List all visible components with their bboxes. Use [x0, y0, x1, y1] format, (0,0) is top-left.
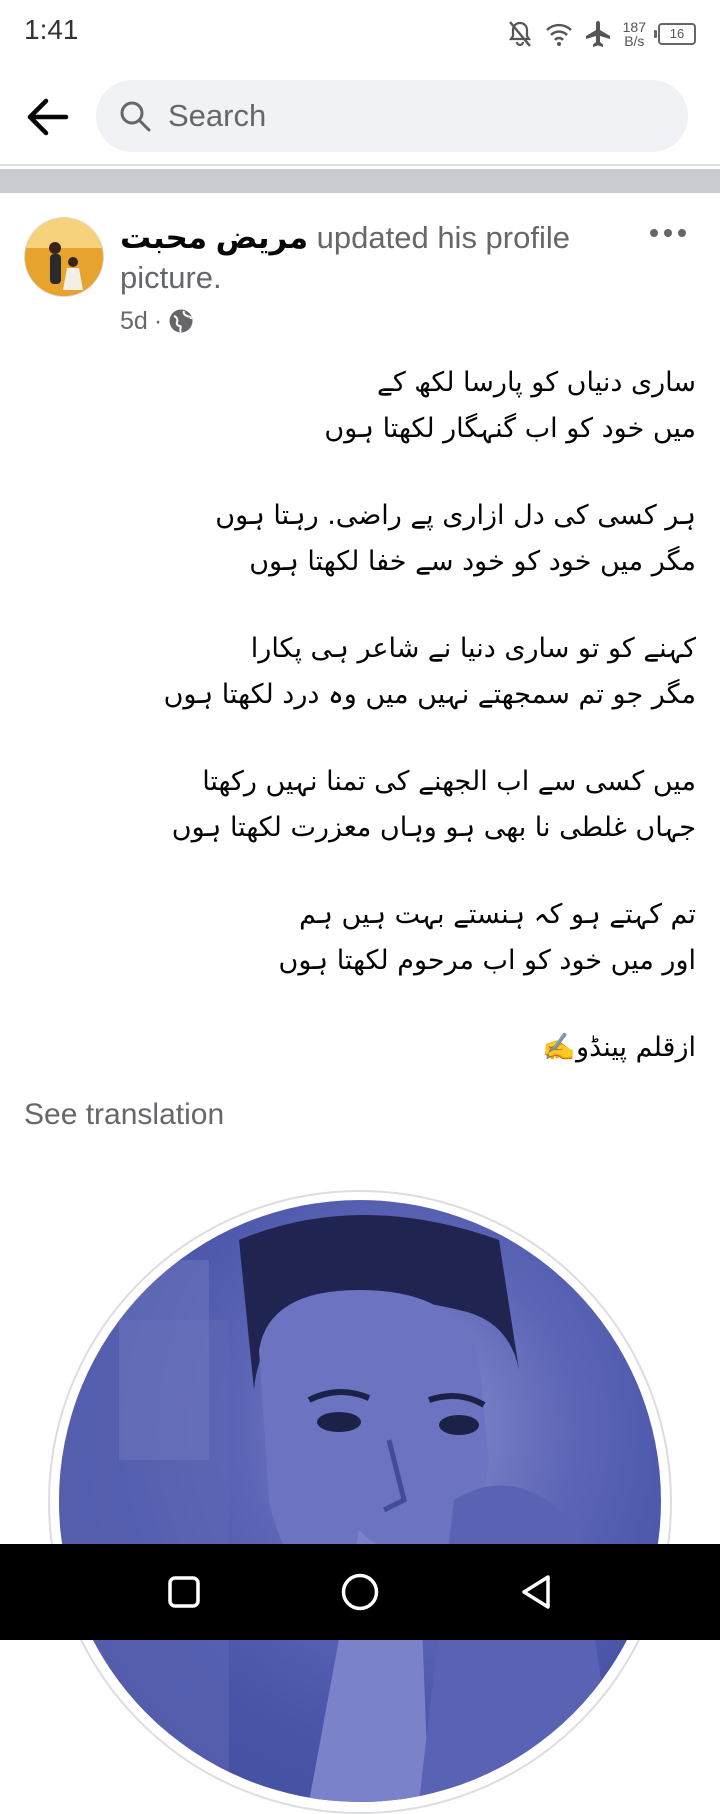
author-avatar[interactable] — [24, 217, 104, 297]
poem-stanza: میں کسی سے اب الجھنے کی تمنا نہیں رکھتا … — [24, 759, 696, 851]
poem-stanza: ہر کسی کی دل ازاری پے راضی. رہتا ہوں مگر… — [24, 493, 696, 585]
square-icon — [168, 1576, 200, 1608]
poem-line: میں خود کو اب گنہگار لکھتا ہوں — [324, 413, 696, 444]
airplane-icon — [585, 20, 611, 48]
network-speed: 187 B/s — [623, 20, 646, 48]
profile-picture[interactable] — [59, 1200, 661, 1802]
poem-line: ہر کسی کی دل ازاری پے راضی. رہتا ہوں — [215, 500, 696, 531]
post-text: ساری دنیاں کو پارسا لکھ کے میں خود کو اب… — [24, 360, 696, 1071]
back-nav-button[interactable] — [506, 1562, 566, 1622]
post-time[interactable]: 5d — [120, 307, 148, 336]
search-icon — [120, 101, 151, 132]
status-bar: 1:41 187 B/s 16 — [0, 0, 720, 68]
back-button[interactable] — [20, 92, 76, 142]
meta-separator: · — [153, 306, 163, 335]
net-speed-value: 187 — [622, 19, 646, 35]
back-arrow-icon — [27, 98, 69, 136]
battery-level: 16 — [669, 26, 685, 41]
search-bar[interactable] — [96, 80, 688, 152]
wifi-icon — [545, 21, 573, 47]
poem-stanza: ساری دنیاں کو پارسا لکھ کے میں خود کو اب… — [24, 360, 696, 452]
avatar-image — [25, 218, 103, 296]
poem-line: ساری دنیاں کو پارسا لکھ کے — [377, 367, 696, 398]
search-input[interactable] — [166, 97, 650, 135]
top-bar — [0, 68, 720, 164]
poem-signature: ازقلم پینڈو✍️ — [542, 1032, 696, 1063]
dot-icon — [678, 229, 686, 237]
system-nav-bar — [0, 1544, 720, 1640]
profile-picture-image — [59, 1215, 619, 1802]
battery-icon: 16 — [654, 23, 696, 45]
author-name[interactable]: مریض محبت — [120, 220, 308, 255]
section-separator — [0, 169, 720, 193]
poem-line: میں کسی سے اب الجھنے کی تمنا نہیں رکھتا — [202, 766, 696, 797]
poem-stanza: کہنے کو تو ساری دنیا نے شاعر ہی پکارا مگ… — [24, 626, 696, 718]
poem-line: اور میں خود کو اب مرحوم لکھتا ہوں — [278, 945, 696, 976]
poem-line: جہاں غلطی نا بھی ہو وہاں معزرت لکھتا ہوں — [171, 812, 696, 843]
dot-icon — [664, 229, 672, 237]
circle-icon — [341, 1573, 379, 1611]
triangle-back-icon — [522, 1575, 550, 1609]
net-speed-unit: B/s — [624, 33, 645, 49]
poem-line: مگر جو تم سمجھتے نہیں میں وہ درد لکھتا ہ… — [163, 679, 696, 710]
more-options-button[interactable] — [642, 218, 694, 248]
poem-stanza: تم کہتے ہو کہ ہنستے بہت ہیں ہم اور میں خ… — [24, 892, 696, 984]
header-divider — [0, 164, 720, 166]
dot-icon — [650, 229, 658, 237]
post-title: مریض محبت updated his profile picture. — [120, 218, 630, 298]
recents-button[interactable] — [154, 1562, 214, 1622]
poem-line: کہنے کو تو ساری دنیا نے شاعر ہی پکارا — [250, 633, 696, 664]
post-meta: 5d · — [120, 304, 194, 338]
home-button[interactable] — [330, 1562, 390, 1622]
mute-icon — [507, 20, 533, 48]
poem-line: مگر میں خود کو خود سے خفا لکھتا ہوں — [249, 546, 696, 577]
globe-icon — [169, 309, 193, 333]
status-icons: 187 B/s 16 — [507, 14, 696, 54]
poem-line: تم کہتے ہو کہ ہنستے بہت ہیں ہم — [299, 899, 696, 930]
status-time: 1:41 — [24, 14, 79, 45]
see-translation-link[interactable]: See translation — [24, 1098, 224, 1132]
